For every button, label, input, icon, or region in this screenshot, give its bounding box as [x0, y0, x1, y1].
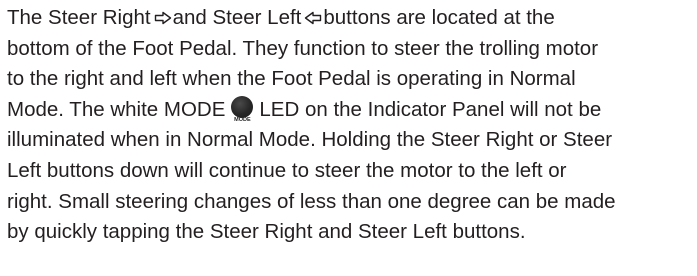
text-line-8: by quickly tapping the Steer Right and S…	[7, 220, 526, 244]
text-segment: LED on the Indicator Panel will not be	[259, 97, 602, 121]
text-segment: The Steer Right	[7, 6, 151, 29]
arrow-left-outline-icon	[304, 11, 322, 25]
text-segment: buttons are located at the	[323, 6, 555, 29]
text-line-3: to the right and left when the Foot Peda…	[7, 67, 576, 91]
text-line-1: The Steer Right and Steer Left buttons are…	[7, 3, 697, 34]
paragraph: The Steer Right and Steer Left buttons are…	[7, 3, 697, 248]
text-segment: Mode. The white MODE	[7, 97, 226, 121]
led-dot	[231, 95, 254, 118]
arrow-right-outline-icon	[154, 11, 172, 25]
text-line-4: Mode. The white MODE MODE LED on the Indic…	[7, 95, 697, 126]
document-page: The Steer Right and Steer Left buttons are…	[0, 0, 697, 276]
text-segment: and Steer Left	[172, 6, 302, 29]
led-caption: MODE	[234, 116, 251, 123]
text-line-2: bottom of the Foot Pedal. They function …	[7, 36, 599, 60]
text-line-7: right. Small steering changes of less th…	[7, 189, 616, 213]
mode-led-icon: MODE	[229, 95, 255, 123]
text-line-5: illuminated when in Normal Mode. Holding…	[7, 128, 613, 152]
text-line-6: Left buttons down will continue to steer…	[7, 158, 567, 182]
